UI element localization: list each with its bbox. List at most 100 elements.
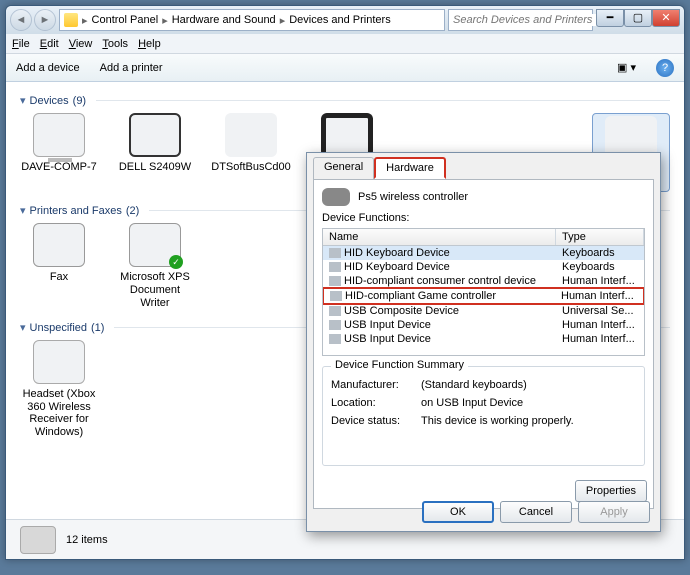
summary-title: Device Function Summary — [331, 359, 468, 371]
folder-icon — [64, 13, 78, 27]
device-mini-icon — [329, 248, 341, 258]
device-item[interactable]: DTSoftBusCd00 — [212, 113, 290, 192]
device-item[interactable]: DAVE-COMP-7 — [20, 113, 98, 192]
func-type: Human Interf... — [556, 274, 644, 288]
func-type: Human Interf... — [555, 289, 643, 303]
device-mini-icon — [330, 291, 342, 301]
default-check-icon: ✓ — [169, 255, 183, 269]
ok-button[interactable]: OK — [422, 501, 494, 523]
add-printer-button[interactable]: Add a printer — [100, 62, 163, 74]
menu-file[interactable]: File — [12, 38, 30, 50]
func-name: USB Composite Device — [344, 305, 459, 317]
tab-panel-hardware: Ps5 wireless controller Device Functions… — [313, 179, 654, 509]
menu-view[interactable]: View — [69, 38, 93, 50]
crumb-devices-printers[interactable]: Devices and Printers — [289, 14, 391, 26]
table-header[interactable]: Name Type — [323, 229, 644, 246]
func-name: HID-compliant Game controller — [345, 290, 496, 302]
monitor-icon — [129, 113, 181, 157]
device-item[interactable]: Fax — [20, 223, 98, 309]
menu-help[interactable]: Help — [138, 38, 161, 50]
status-label: Device status: — [331, 415, 421, 427]
table-row[interactable]: HID Keyboard Device Keyboards — [323, 246, 644, 260]
breadcrumb[interactable]: ▸ Control Panel ▸ Hardware and Sound ▸ D… — [59, 9, 445, 31]
dialog-device-name: Ps5 wireless controller — [358, 191, 468, 203]
forward-button[interactable]: ► — [34, 9, 56, 31]
menu-edit[interactable]: Edit — [40, 38, 59, 50]
view-options-icon[interactable]: ▣ ▾ — [617, 61, 636, 74]
tabs: General Hardware — [307, 153, 660, 179]
add-device-button[interactable]: Add a device — [16, 62, 80, 74]
func-name: USB Input Device — [344, 319, 431, 331]
menu-tools[interactable]: Tools — [102, 38, 128, 50]
location-label: Location: — [331, 397, 421, 409]
device-mini-icon — [329, 306, 341, 316]
func-type: Human Interf... — [556, 318, 644, 332]
device-item[interactable]: ✓ Microsoft XPS Document Writer — [116, 223, 194, 309]
section-title: Devices — [30, 95, 69, 107]
headset-icon — [321, 113, 373, 157]
device-function-summary: Device Function Summary Manufacturer: (S… — [322, 366, 645, 466]
search-box[interactable]: 🔍 — [448, 9, 593, 31]
device-properties-dialog: General Hardware Ps5 wireless controller… — [306, 152, 661, 532]
device-mini-icon — [329, 276, 341, 286]
table-row[interactable]: HID-compliant Game controller Human Inter… — [322, 287, 645, 305]
crumb-hardware-sound[interactable]: Hardware and Sound — [172, 14, 276, 26]
manufacturer-label: Manufacturer: — [331, 379, 421, 391]
location-value: on USB Input Device — [421, 397, 636, 409]
section-count: (1) — [91, 322, 104, 334]
computer-icon — [33, 113, 85, 157]
col-name[interactable]: Name — [323, 229, 556, 245]
chevron-down-icon: ▾ — [20, 321, 26, 334]
func-name: HID-compliant consumer control device — [344, 275, 536, 287]
titlebar: ◄ ► ▸ Control Panel ▸ Hardware and Sound… — [6, 6, 684, 34]
device-functions-table[interactable]: Name Type HID Keyboard DeviceKeyboardsHI… — [322, 228, 645, 356]
section-count: (2) — [126, 205, 139, 217]
device-item[interactable]: DELL S2409W — [116, 113, 194, 192]
table-row[interactable]: USB Composite DeviceUniversal Se... — [323, 304, 644, 318]
menubar: File Edit View Tools Help — [6, 34, 684, 54]
table-row[interactable]: HID-compliant consumer control device Hum… — [323, 274, 644, 288]
section-title: Unspecified — [30, 322, 87, 334]
fax-icon — [33, 223, 85, 267]
func-name: HID Keyboard Device — [344, 247, 450, 259]
device-mini-icon — [329, 262, 341, 272]
device-label: Microsoft XPS Document Writer — [116, 271, 194, 309]
chevron-down-icon: ▾ — [20, 204, 26, 217]
func-type: Keyboards — [556, 246, 644, 260]
help-icon[interactable]: ? — [656, 59, 674, 77]
chevron-down-icon: ▾ — [20, 94, 26, 107]
tab-general[interactable]: General — [313, 157, 374, 179]
func-type: Human Interf... — [556, 332, 644, 346]
cancel-button[interactable]: Cancel — [500, 501, 572, 523]
maximize-button[interactable]: ▢ — [624, 9, 652, 27]
device-item[interactable]: Headset (Xbox 360 Wireless Receiver for … — [20, 340, 98, 439]
crumb-control-panel[interactable]: Control Panel — [92, 14, 159, 26]
back-button[interactable]: ◄ — [10, 9, 32, 31]
func-type: Keyboards — [556, 260, 644, 274]
status-value: This device is working properly. — [421, 415, 636, 427]
table-row[interactable]: HID Keyboard Device Keyboards — [323, 260, 644, 274]
devices-section-header[interactable]: ▾ Devices (9) — [20, 94, 670, 107]
func-name: HID Keyboard Device — [344, 261, 450, 273]
device-mini-icon — [329, 334, 341, 344]
close-button[interactable]: ✕ — [652, 9, 680, 27]
device-label: Fax — [50, 271, 68, 284]
table-row[interactable]: USB Input Device Human Interf... — [323, 318, 644, 332]
device-functions-label: Device Functions: — [322, 212, 645, 224]
properties-button[interactable]: Properties — [575, 480, 647, 502]
status-text: 12 items — [66, 534, 108, 546]
col-type[interactable]: Type — [556, 229, 644, 245]
device-label: Headset (Xbox 360 Wireless Receiver for … — [20, 388, 98, 439]
tab-hardware[interactable]: Hardware — [374, 157, 446, 179]
minimize-button[interactable]: ━ — [596, 9, 624, 27]
usb-device-icon — [33, 340, 85, 384]
controller-icon — [322, 188, 350, 206]
table-row[interactable]: USB Input Device Human Interf... — [323, 332, 644, 346]
device-label: DAVE-COMP-7 — [21, 161, 97, 174]
status-icon — [20, 526, 56, 554]
func-name: USB Input Device — [344, 333, 431, 345]
device-label: DELL S2409W — [119, 161, 191, 174]
device-label: DTSoftBusCd00 — [211, 161, 290, 174]
search-input[interactable] — [453, 14, 596, 26]
apply-button[interactable]: Apply — [578, 501, 650, 523]
